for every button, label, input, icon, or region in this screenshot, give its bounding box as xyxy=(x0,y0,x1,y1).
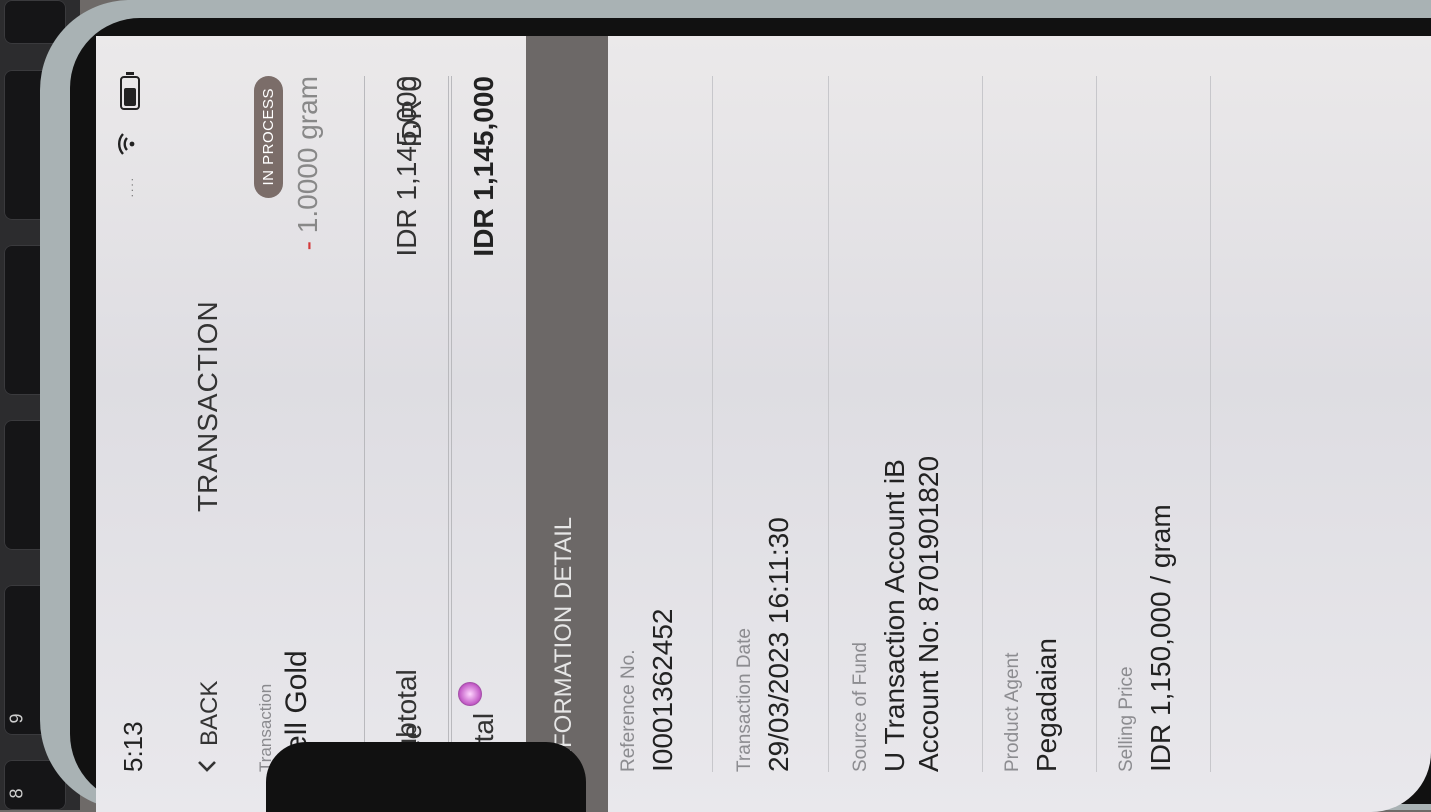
fee-row: Fee IDR 0 xyxy=(378,76,449,772)
key-label: 9 xyxy=(6,713,27,724)
product-agent-label: Product Agent xyxy=(1002,652,1023,772)
reference-number-item: Reference No. I0001362452 xyxy=(608,76,713,772)
nav-bar: BACK TRANSACTION xyxy=(180,36,240,812)
information-detail-header: INFORMATION DETAIL xyxy=(526,36,608,812)
phone-notch xyxy=(266,742,586,812)
status-badge: IN PROCESS xyxy=(254,76,283,198)
status-bar: 5:13 .... xyxy=(96,36,156,812)
back-button[interactable]: BACK xyxy=(196,681,224,772)
information-detail-title: INFORMATION DETAIL xyxy=(550,516,577,772)
total-value: IDR 1,145,000 xyxy=(468,76,499,257)
selling-price-value: IDR 1,150,000 / gram xyxy=(1145,504,1176,772)
gold-quantity: - 1.0000 gram xyxy=(292,76,324,250)
key-label: 8 xyxy=(6,788,27,799)
account-number-value: Account No: 8701901820 xyxy=(913,455,944,772)
fee-value: IDR 0 xyxy=(396,76,427,148)
reference-number-value: I0001362452 xyxy=(647,608,678,772)
product-agent-value: Pegadaian xyxy=(1031,638,1062,772)
transaction-date-label: Transaction Date xyxy=(734,628,755,772)
transaction-date-value: 29/03/2023 16:11:30 xyxy=(763,517,794,772)
front-camera xyxy=(458,682,482,706)
signal-dots-icon: .... xyxy=(122,176,136,198)
source-of-fund-label: Source of Fund xyxy=(850,642,871,772)
battery-icon xyxy=(120,76,140,110)
quantity-value: 1.0000 gram xyxy=(292,76,323,234)
transaction-date-item: Transaction Date 29/03/2023 16:11:30 xyxy=(724,76,829,772)
product-agent-item: Product Agent Pegadaian xyxy=(992,76,1097,772)
back-label: BACK xyxy=(196,680,223,746)
total-row-content: TotalIDR 1,145,000 xyxy=(450,76,522,772)
selling-price-label: Selling Price xyxy=(1116,666,1137,772)
status-time: 5:13 xyxy=(118,721,148,772)
quantity-sign: - xyxy=(292,241,323,251)
chevron-left-icon xyxy=(196,760,224,772)
source-of-fund-value: U Transaction Account iB xyxy=(879,459,910,772)
selling-price-item: Selling Price IDR 1,150,000 / gram xyxy=(1106,76,1211,772)
wifi-icon xyxy=(116,132,142,156)
page-title: TRANSACTION xyxy=(192,300,223,512)
source-of-fund-item: Source of Fund U Transaction Account iB … xyxy=(840,76,983,772)
reference-number-label: Reference No. xyxy=(618,649,639,772)
app-screen: 5:13 .... BACK TRANSACTION Transaction S… xyxy=(96,36,1431,812)
